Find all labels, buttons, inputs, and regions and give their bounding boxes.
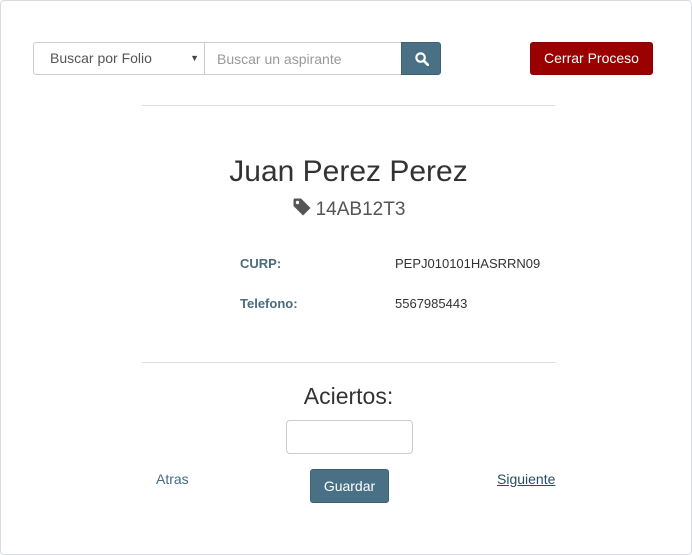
back-link[interactable]: Atras bbox=[156, 471, 189, 487]
tag-icon bbox=[293, 198, 311, 216]
score-title: Aciertos: bbox=[303, 383, 394, 409]
divider-bottom bbox=[142, 362, 555, 363]
folio-value: 14AB12T3 bbox=[315, 199, 406, 220]
search-input[interactable] bbox=[205, 42, 402, 75]
curp-value: PEPJ010101HASRRN09 bbox=[395, 256, 541, 271]
chevron-down-icon: ▼ bbox=[190, 53, 199, 63]
main-panel: Buscar por Folio ▼ Cerrar Proceso Juan P… bbox=[0, 0, 692, 555]
search-filter-selected-value: Buscar por Folio bbox=[50, 50, 152, 66]
search-filter-select[interactable]: Buscar por Folio ▼ bbox=[33, 42, 205, 75]
save-button[interactable]: Guardar bbox=[310, 469, 389, 503]
candidate-folio: 14AB12T3 bbox=[142, 197, 555, 221]
phone-value: 5567985443 bbox=[395, 296, 468, 311]
divider-top bbox=[142, 105, 555, 106]
phone-label: Telefono: bbox=[240, 296, 298, 311]
curp-label: CURP: bbox=[240, 256, 282, 271]
candidate-name: Juan Perez Perez bbox=[229, 155, 468, 188]
close-process-button[interactable]: Cerrar Proceso bbox=[530, 42, 653, 75]
search-icon bbox=[415, 52, 429, 66]
score-input[interactable] bbox=[286, 420, 413, 454]
next-link[interactable]: Siguiente bbox=[497, 471, 555, 487]
search-button[interactable] bbox=[401, 42, 441, 75]
